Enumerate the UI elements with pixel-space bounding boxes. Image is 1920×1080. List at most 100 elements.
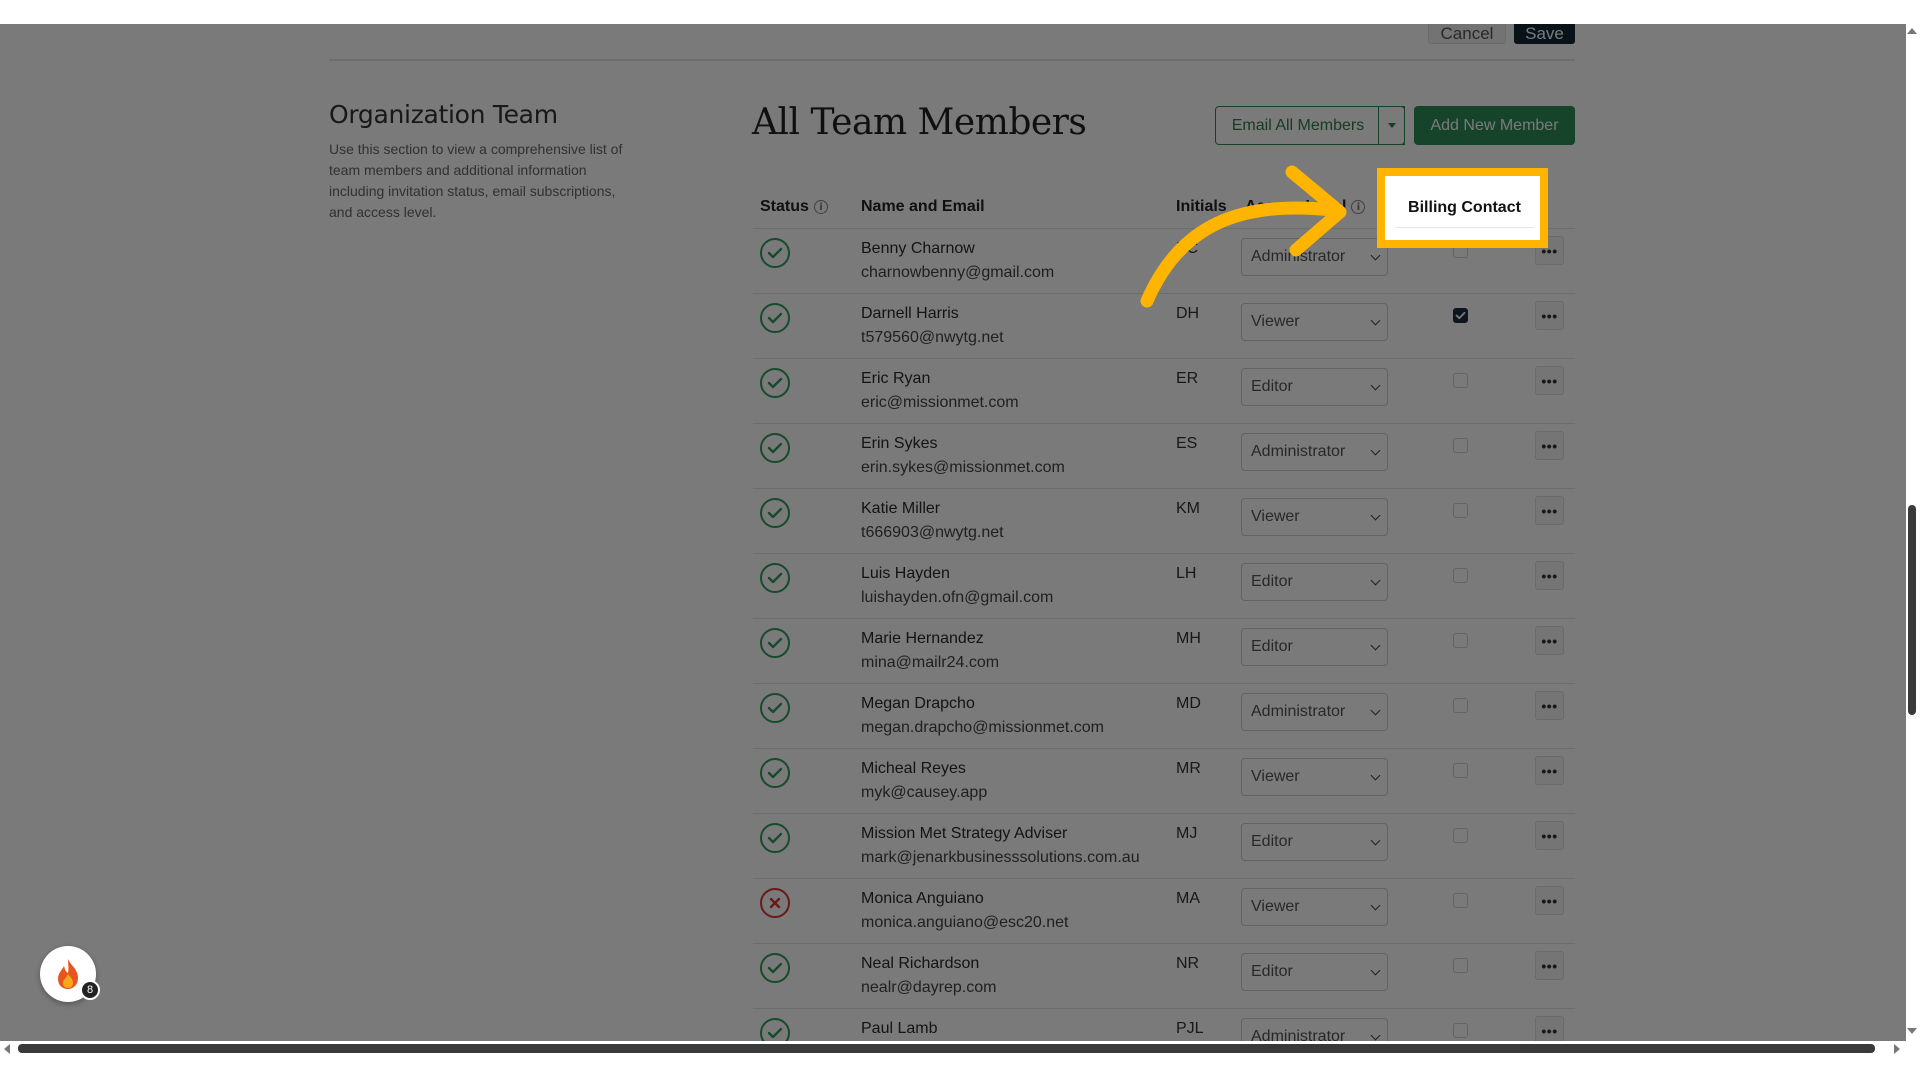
add-new-member-button[interactable]: Add New Member — [1414, 106, 1575, 145]
access-level-select[interactable]: Editor — [1241, 823, 1388, 861]
save-button[interactable]: Save — [1514, 24, 1575, 44]
row-actions-button[interactable]: ••• — [1535, 626, 1564, 655]
horizontal-scroll-thumb[interactable] — [18, 1044, 1875, 1053]
status-active-icon — [760, 368, 790, 398]
billing-contact-checkbox[interactable] — [1453, 308, 1468, 323]
access-level-select[interactable]: Viewer — [1241, 303, 1388, 341]
billing-contact-checkbox[interactable] — [1453, 503, 1468, 518]
billing-contact-checkbox[interactable] — [1453, 1023, 1468, 1038]
billing-contact-checkbox[interactable] — [1453, 763, 1468, 778]
table-row: Erin Sykes erin.sykes@missionmet.com ES Adm… — [753, 423, 1575, 488]
access-level-select[interactable]: Administrator — [1241, 238, 1388, 276]
billing-contact-checkbox[interactable] — [1453, 893, 1468, 908]
email-all-label: Email All Members — [1231, 116, 1365, 134]
page-title: All Team Members — [752, 102, 1087, 143]
chevron-down-icon — [1370, 900, 1381, 911]
checkmark-icon — [1455, 311, 1466, 320]
access-level-select[interactable]: Editor — [1241, 563, 1388, 601]
member-name: Katie Miller — [861, 500, 941, 517]
access-level-select[interactable]: Administrator — [1241, 433, 1388, 471]
member-email: mark@jenarkbusinesssolutions.com.au — [861, 849, 1140, 866]
billing-contact-checkbox[interactable] — [1453, 958, 1468, 973]
billing-contact-checkbox[interactable] — [1453, 568, 1468, 583]
email-all-members-button[interactable]: Email All Members — [1215, 106, 1405, 145]
check-icon — [767, 1027, 783, 1039]
check-icon — [767, 377, 783, 389]
row-actions-button[interactable]: ••• — [1535, 496, 1564, 525]
member-initials: LH — [1176, 565, 1197, 582]
billing-contact-checkbox[interactable] — [1453, 373, 1468, 388]
access-level-value: Editor — [1251, 833, 1293, 850]
check-icon — [767, 312, 783, 324]
member-initials: BC — [1176, 240, 1199, 257]
access-level-select[interactable]: Viewer — [1241, 758, 1388, 796]
check-icon — [767, 637, 783, 649]
table-row: Monica Anguiano monica.anguiano@esc20.net… — [753, 878, 1575, 943]
scroll-up-arrow-icon[interactable] — [1907, 28, 1917, 34]
access-level-select[interactable]: Editor — [1241, 628, 1388, 666]
row-actions-button[interactable]: ••• — [1535, 821, 1564, 850]
cancel-button[interactable]: Cancel — [1428, 24, 1506, 44]
check-icon — [767, 247, 783, 259]
column-header-name-email: Name and Email — [861, 198, 985, 215]
member-email: monica.anguiano@esc20.net — [861, 914, 1069, 931]
check-icon — [767, 507, 783, 519]
billing-contact-highlight: Billing Contact — [1377, 168, 1548, 248]
status-active-icon — [760, 693, 790, 723]
member-initials: KM — [1176, 500, 1200, 517]
more-icon: ••• — [1541, 762, 1558, 779]
status-error-icon — [760, 888, 790, 918]
member-initials: MD — [1176, 695, 1201, 712]
more-icon: ••• — [1541, 567, 1558, 584]
status-active-icon — [760, 758, 790, 788]
member-name: Eric Ryan — [861, 370, 931, 387]
more-icon: ••• — [1541, 1022, 1558, 1039]
check-icon — [767, 962, 783, 974]
access-level-value: Viewer — [1251, 508, 1300, 525]
status-active-icon — [760, 433, 790, 463]
status-active-icon — [760, 238, 790, 268]
scroll-left-arrow-icon[interactable] — [4, 1044, 10, 1054]
email-options-dropdown-button[interactable] — [1378, 106, 1405, 145]
scroll-right-arrow-icon[interactable] — [1894, 1044, 1900, 1054]
billing-contact-checkbox[interactable] — [1453, 698, 1468, 713]
info-icon[interactable]: i — [1351, 200, 1366, 214]
billing-contact-checkbox[interactable] — [1453, 633, 1468, 648]
more-icon: ••• — [1541, 697, 1558, 714]
member-email: nealr@dayrep.com — [861, 979, 997, 996]
row-actions-button[interactable]: ••• — [1535, 886, 1564, 915]
member-name: Erin Sykes — [861, 435, 938, 452]
info-icon[interactable]: i — [813, 200, 828, 214]
scroll-down-arrow-icon[interactable] — [1907, 1028, 1917, 1034]
section-divider — [329, 59, 1575, 61]
more-icon: ••• — [1541, 502, 1558, 519]
chevron-down-icon — [1370, 705, 1381, 716]
status-active-icon — [760, 303, 790, 333]
chevron-down-icon — [1370, 315, 1381, 326]
notification-badge: 8 — [80, 980, 100, 1000]
status-active-icon — [760, 628, 790, 658]
column-header-access-level: Access Level i — [1245, 198, 1366, 216]
access-level-select[interactable]: Administrator — [1241, 693, 1388, 731]
row-actions-button[interactable]: ••• — [1535, 691, 1564, 720]
row-actions-button[interactable]: ••• — [1535, 431, 1564, 460]
row-actions-button[interactable]: ••• — [1535, 951, 1564, 980]
row-actions-button[interactable]: ••• — [1535, 366, 1564, 395]
row-actions-button[interactable]: ••• — [1535, 756, 1564, 785]
status-active-icon — [760, 823, 790, 853]
chevron-down-icon — [1370, 965, 1381, 976]
table-row: Eric Ryan eric@missionmet.com ER Editor ••• — [753, 358, 1575, 423]
access-level-select[interactable]: Viewer — [1241, 498, 1388, 536]
access-level-value: Editor — [1251, 378, 1293, 395]
billing-contact-checkbox[interactable] — [1453, 438, 1468, 453]
chevron-down-icon — [1370, 380, 1381, 391]
row-actions-button[interactable]: ••• — [1535, 561, 1564, 590]
section-description: Use this section to view a comprehensive… — [329, 141, 623, 220]
access-level-select[interactable]: Viewer — [1241, 888, 1388, 926]
access-level-select[interactable]: Editor — [1241, 368, 1388, 406]
row-actions-button[interactable]: ••• — [1535, 301, 1564, 330]
vertical-scroll-thumb[interactable] — [1908, 505, 1916, 715]
billing-contact-checkbox[interactable] — [1453, 828, 1468, 843]
check-icon — [767, 572, 783, 584]
access-level-select[interactable]: Editor — [1241, 953, 1388, 991]
